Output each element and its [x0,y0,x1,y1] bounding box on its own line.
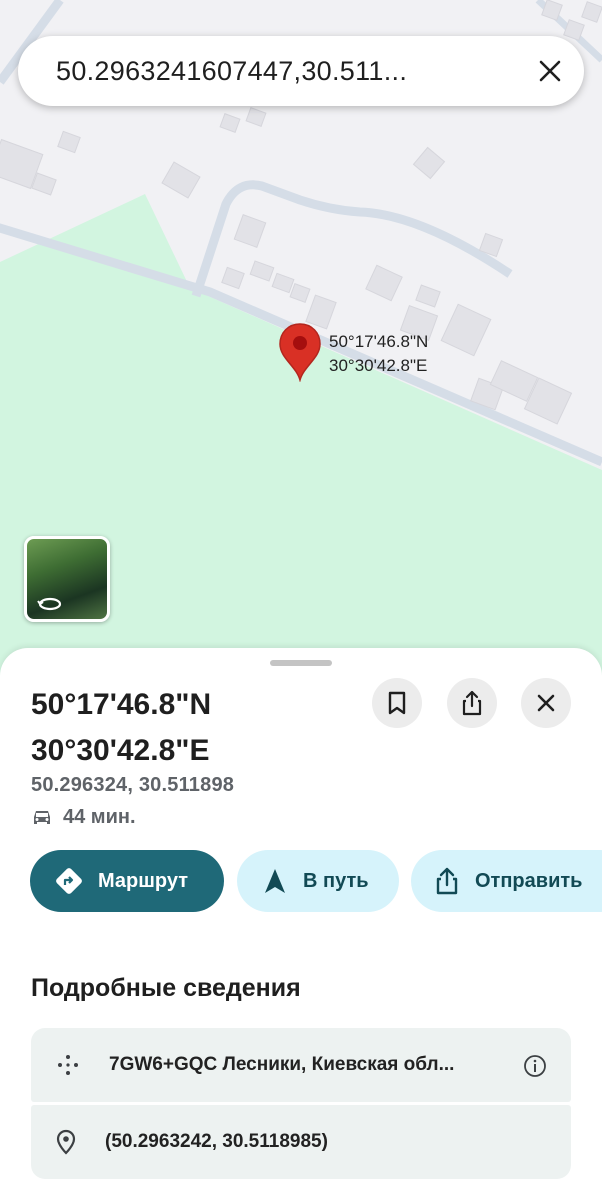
save-button[interactable] [372,678,422,728]
plus-code-text: 7GW6+GQC Лесники, Киевская обл... [109,1054,455,1075]
start-label: В путь [303,869,369,892]
directions-label: Маршрут [98,869,189,892]
map-view[interactable]: 50.2963241607447,30.511... 50°17'46.8"N … [0,0,602,680]
rotate-360-icon [37,597,62,611]
directions-icon [56,868,82,894]
car-icon [34,810,50,824]
close-icon [537,694,555,712]
plus-code-icon [58,1055,78,1075]
drive-time: 44 мин. [31,806,136,829]
start-button[interactable]: В путь [237,850,399,912]
close-icon[interactable] [534,55,566,87]
map-pin-icon[interactable] [278,322,322,383]
details-heading: Подробные сведения [31,974,301,1002]
send-label: Отправить [475,869,583,892]
search-query[interactable]: 50.2963241607447,30.511... [56,56,534,87]
info-icon[interactable] [523,1054,547,1078]
title-lat: 50°17'46.8"N [31,688,212,721]
pin-label: 50°17'46.8"N 30°30'42.8"E [329,330,428,378]
plus-code-row[interactable]: 7GW6+GQC Лесники, Киевская обл... [31,1028,571,1102]
share-icon [462,690,482,716]
location-pin-icon [56,1129,76,1155]
close-sheet-button[interactable] [521,678,571,728]
pin-label-lat: 50°17'46.8"N [329,332,429,351]
place-title: 50°17'46.8"N 30°30'42.8"E [31,682,211,774]
place-sheet: 50°17'46.8"N 30°30'42.8"E 50.296324, 30.… [0,648,602,1200]
street-view-thumbnail[interactable] [24,536,110,622]
bookmark-icon [388,691,406,715]
search-bar[interactable]: 50.2963241607447,30.511... [18,36,584,106]
sheet-drag-handle[interactable] [270,660,332,666]
drive-time-text: 44 мин. [63,806,136,828]
coordinates-text: (50.2963242, 30.5118985) [105,1131,328,1152]
directions-button[interactable]: Маршрут [30,850,224,912]
coordinates-row[interactable]: (50.2963242, 30.5118985) [31,1105,571,1179]
share-icon [436,867,458,895]
decimal-coordinates: 50.296324, 30.511898 [31,774,235,796]
title-lng: 30°30'42.8"E [31,734,210,767]
send-button[interactable]: Отправить [411,850,602,912]
navigation-icon [265,869,285,893]
pin-label-lng: 30°30'42.8"E [329,356,428,375]
share-icon-button[interactable] [447,678,497,728]
